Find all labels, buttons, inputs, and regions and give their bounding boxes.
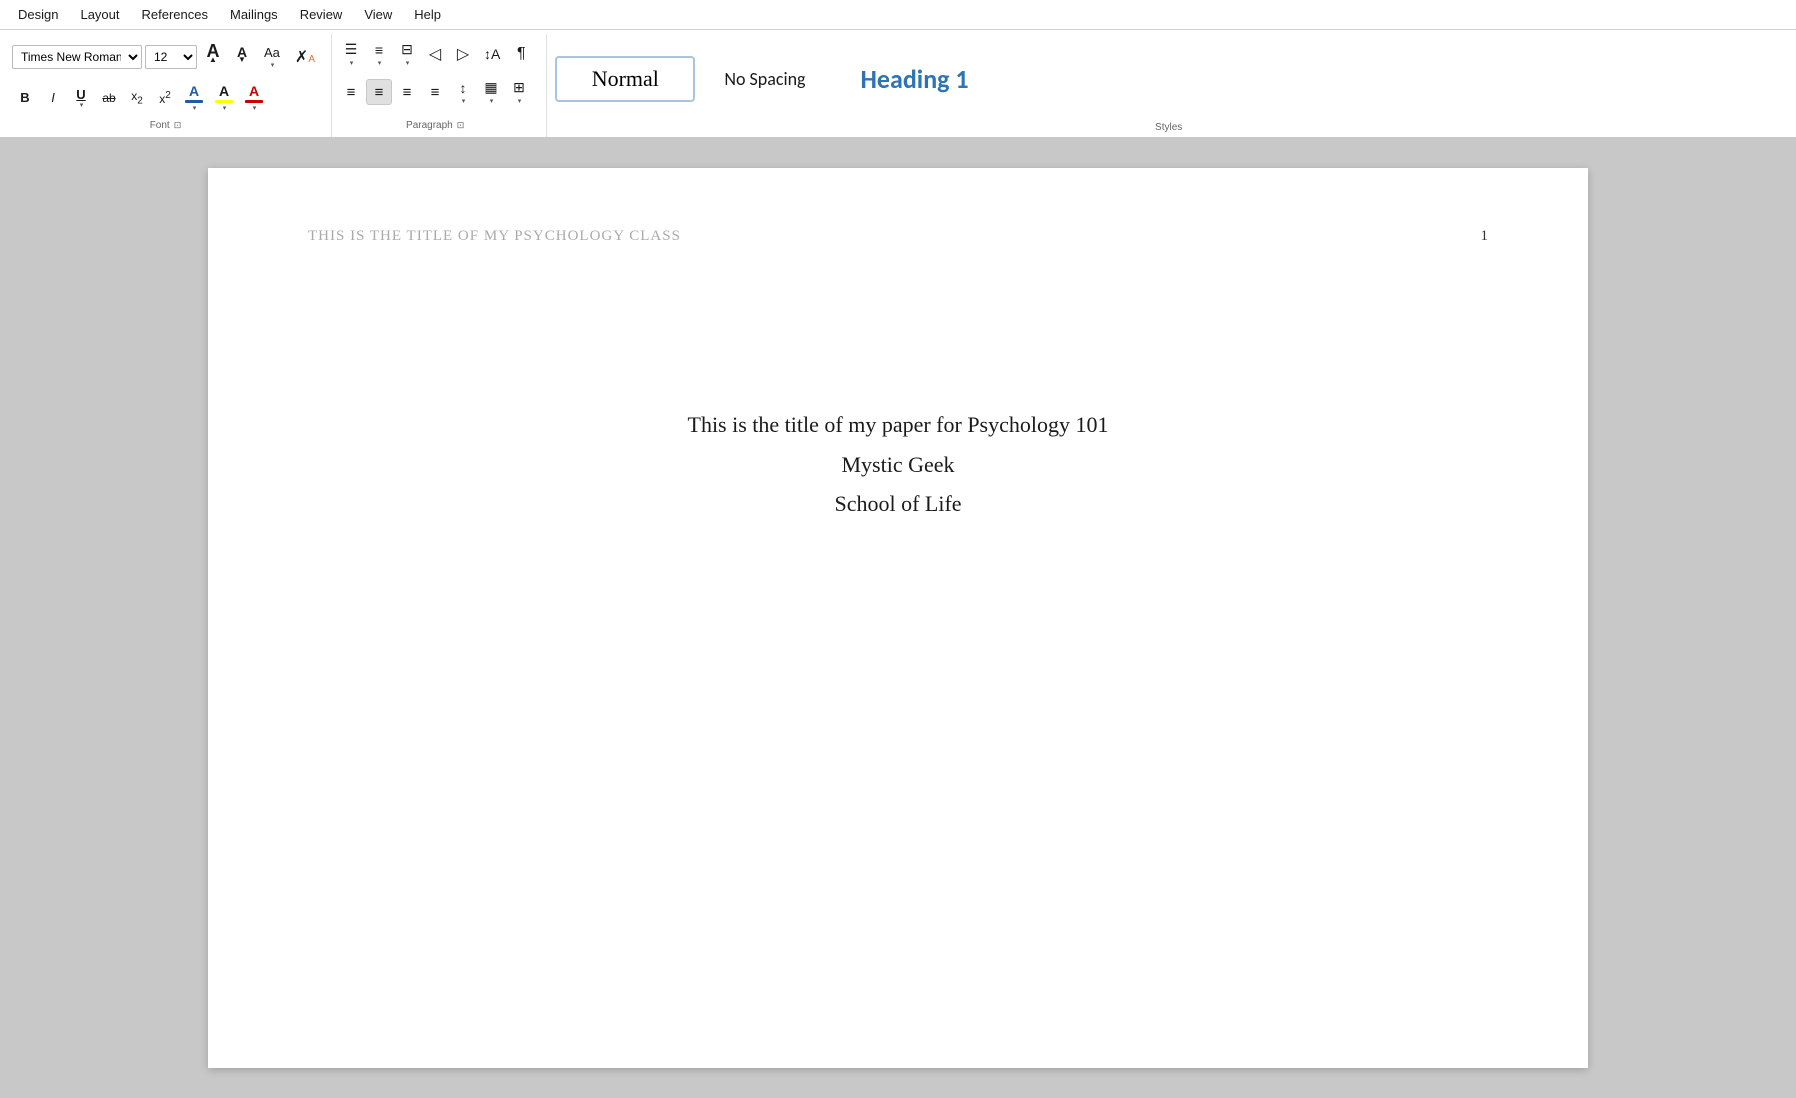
multilevel-list-button[interactable]: ⊟ ▾ (394, 38, 420, 70)
menu-design[interactable]: Design (8, 3, 68, 26)
italic-icon: I (51, 90, 55, 105)
bullet-list-icon: ☰ (345, 41, 358, 58)
superscript-icon: x2 (159, 90, 171, 106)
highlight-dropdown: ▾ (223, 104, 227, 112)
strikethrough-icon: ab (102, 91, 115, 105)
change-case-arrow: ▾ (271, 61, 275, 69)
change-case-button[interactable]: Aa ▾ (258, 42, 286, 72)
clear-format-icon: ✗A (295, 47, 315, 67)
underline-icon: U (76, 87, 85, 102)
style-no-spacing-label: No Spacing (724, 68, 805, 90)
font-color-button[interactable]: A ▾ (180, 81, 208, 114)
justify-button[interactable]: ≡ (422, 79, 448, 105)
align-right-button[interactable]: ≡ (394, 79, 420, 105)
sort-button[interactable]: ↕A (478, 41, 506, 67)
subscript-icon: x2 (131, 89, 143, 106)
number-list-arrow: ▾ (378, 59, 382, 67)
bold-icon: B (20, 90, 29, 105)
align-left-icon: ≡ (347, 84, 356, 101)
underline-dropdown: ▾ (80, 101, 84, 109)
paragraph-group: ☰ ▾ ≡ ▾ ⊟ ▾ ◁ ▷ ↕A (332, 34, 547, 137)
document-body[interactable]: This is the title of my paper for Psycho… (308, 405, 1488, 524)
document-area: THIS IS THE TITLE OF MY PSYCHOLOGY CLASS… (0, 138, 1796, 1098)
subscript-button[interactable]: x2 (124, 85, 150, 111)
menu-view[interactable]: View (354, 3, 402, 26)
shading-arrow: ▾ (490, 97, 494, 105)
align-left-button[interactable]: ≡ (338, 79, 364, 105)
font-name-select[interactable]: Times New Roman (12, 45, 142, 69)
align-center-icon: ≡ (375, 84, 384, 101)
style-no-spacing-button[interactable]: No Spacing (703, 59, 826, 99)
borders-arrow: ▾ (518, 97, 522, 105)
bold-button[interactable]: B (12, 85, 38, 111)
document-header-title: THIS IS THE TITLE OF MY PSYCHOLOGY CLASS (308, 228, 681, 245)
style-normal-button[interactable]: Normal (555, 56, 695, 102)
align-right-icon: ≡ (403, 84, 412, 101)
document-body-line-1: This is the title of my paper for Psycho… (688, 405, 1109, 445)
styles-group-label: Styles (1155, 122, 1182, 133)
font-size-select[interactable]: 12 (145, 45, 197, 69)
menu-help[interactable]: Help (404, 3, 451, 26)
menu-review[interactable]: Review (290, 3, 353, 26)
justify-icon: ≡ (431, 84, 440, 101)
font-color-dropdown: ▾ (193, 104, 197, 112)
menu-references[interactable]: References (132, 3, 218, 26)
multilevel-list-arrow: ▾ (406, 59, 410, 67)
decrease-arrow-icon: ▼ (238, 55, 246, 64)
font-group: Times New Roman 12 A ▲ A ▼ Aa ▾ (6, 34, 332, 137)
style-heading1-button[interactable]: Heading 1 (835, 54, 995, 104)
bullet-list-button[interactable]: ☰ ▾ (338, 38, 364, 70)
line-spacing-button[interactable]: ↕ ▾ (450, 77, 476, 108)
line-spacing-icon: ↕ (459, 80, 466, 96)
font-red-icon: A (249, 83, 259, 99)
font-expand-icon[interactable]: ⊡ (172, 118, 184, 133)
menu-bar: Design Layout References Mailings Review… (0, 0, 1796, 30)
font-group-label: Font (150, 120, 170, 131)
align-center-button[interactable]: ≡ (366, 79, 392, 105)
underline-button[interactable]: U ▾ (68, 84, 94, 112)
increase-indent-icon: ▷ (457, 44, 469, 64)
increase-arrow-icon: ▲ (209, 55, 217, 64)
increase-font-button[interactable]: A ▲ (200, 38, 226, 75)
number-list-icon: ≡ (375, 42, 383, 58)
sort-icon: ↕A (484, 46, 500, 62)
document-body-line-2: Mystic Geek (841, 445, 954, 485)
styles-group: Normal No Spacing Heading 1 Styles (547, 34, 1790, 137)
strikethrough-button[interactable]: ab (96, 85, 122, 111)
decrease-font-button[interactable]: A ▼ (229, 41, 255, 73)
increase-indent-button[interactable]: ▷ (450, 41, 476, 67)
paragraph-expand-icon[interactable]: ⊡ (455, 118, 467, 133)
font-red-dropdown: ▾ (253, 104, 257, 112)
document-page[interactable]: THIS IS THE TITLE OF MY PSYCHOLOGY CLASS… (208, 168, 1588, 1068)
italic-button[interactable]: I (40, 85, 66, 111)
line-spacing-arrow: ▾ (462, 97, 466, 105)
font-red-button[interactable]: A ▾ (240, 81, 268, 114)
document-page-number: 1 (1481, 228, 1489, 245)
paragraph-group-label: Paragraph (406, 120, 453, 131)
number-list-button[interactable]: ≡ ▾ (366, 39, 392, 70)
show-hide-button[interactable]: ¶ (508, 41, 534, 67)
superscript-button[interactable]: x2 (152, 85, 178, 111)
menu-mailings[interactable]: Mailings (220, 3, 288, 26)
style-heading1-label: Heading 1 (861, 63, 969, 95)
ribbon: Times New Roman 12 A ▲ A ▼ Aa ▾ (0, 30, 1796, 138)
borders-icon: ⊞ (513, 79, 525, 96)
decrease-indent-button[interactable]: ◁ (422, 41, 448, 67)
decrease-indent-icon: ◁ (429, 44, 441, 64)
bullet-list-arrow: ▾ (350, 59, 354, 67)
shading-button[interactable]: ▦ ▾ (478, 76, 504, 108)
shading-icon: ▦ (484, 79, 497, 96)
font-color-icon: A (189, 83, 199, 99)
document-header: THIS IS THE TITLE OF MY PSYCHOLOGY CLASS… (308, 228, 1488, 245)
borders-button[interactable]: ⊞ ▾ (506, 76, 532, 108)
multilevel-list-icon: ⊟ (401, 41, 413, 58)
show-hide-icon: ¶ (517, 45, 526, 63)
highlight-button[interactable]: A ▾ (210, 81, 238, 114)
clear-formatting-button[interactable]: ✗A (289, 44, 321, 70)
document-body-line-3: School of Life (834, 484, 961, 524)
change-case-icon: Aa (264, 45, 280, 60)
highlight-icon: A (219, 83, 229, 99)
style-normal-label: Normal (592, 66, 659, 91)
menu-layout[interactable]: Layout (70, 3, 129, 26)
